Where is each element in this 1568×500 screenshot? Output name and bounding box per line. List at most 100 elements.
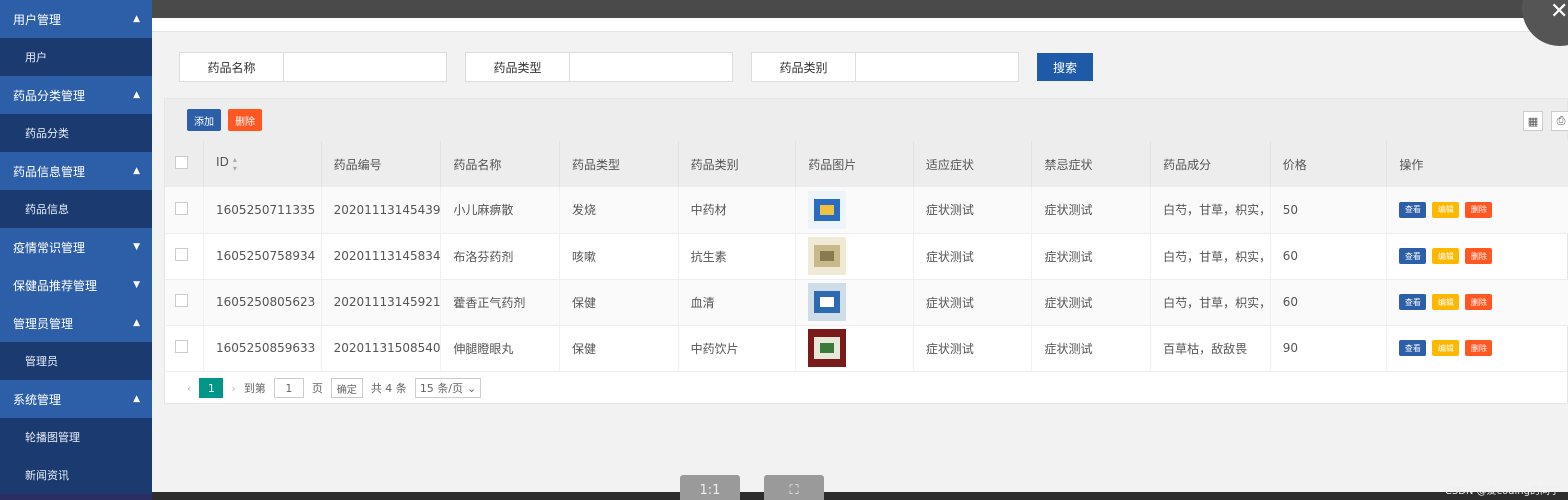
cell-price: 60	[1270, 233, 1388, 279]
image-viewer-bar: 1:1 ⛶	[680, 475, 824, 500]
sidebar-group-label: 药品信息管理	[13, 164, 86, 179]
col-id-label: ID	[216, 155, 229, 169]
cell-indication: 症状测试	[913, 233, 1033, 279]
table-panel: 添加 删除 ▦ ⎙ ID ▴ ▾ 药品编号 药品名称 药品类型 药品类别 药品图片 …	[164, 98, 1568, 404]
delete-button[interactable]: 删除	[1465, 201, 1493, 218]
drug-thumbnail[interactable]	[808, 283, 847, 321]
drug-name-input[interactable]	[284, 53, 446, 81]
batch-delete-button[interactable]: 删除	[228, 109, 262, 131]
row-checkbox[interactable]	[175, 201, 188, 215]
current-page[interactable]: 1	[199, 378, 224, 398]
sort-icon[interactable]: ▴ ▾	[233, 155, 237, 173]
sidebar-group[interactable]: 用户管理 ▲	[0, 0, 152, 38]
col-ops: 操作	[1386, 141, 1568, 187]
view-button[interactable]: 查看	[1399, 294, 1427, 310]
print-icon[interactable]: ⎙	[1551, 111, 1568, 131]
row-checkbox[interactable]	[175, 294, 188, 307]
drug-thumbnail[interactable]	[808, 329, 847, 367]
prev-page-icon[interactable]: ‹	[187, 382, 191, 395]
sidebar-group[interactable]: 药品信息管理 ▲	[0, 152, 152, 190]
cell-contra: 症状测试	[1031, 279, 1152, 325]
drug-table: ID ▴ ▾ 药品编号 药品名称 药品类型 药品类别 药品图片 适应症状 禁忌症状 …	[165, 141, 1568, 372]
view-button[interactable]: 查看	[1399, 340, 1427, 356]
sidebar-item[interactable]: 药品信息	[0, 190, 152, 228]
sidebar-item[interactable]: 用户	[0, 38, 152, 76]
col-ingredients: 药品成分	[1150, 141, 1271, 187]
sidebar-group[interactable]: 保健品推荐管理 ▼	[0, 266, 152, 304]
delete-button[interactable]: 删除	[1465, 340, 1493, 356]
drug-image-cell	[795, 279, 914, 325]
cell-type: 保健	[559, 325, 679, 371]
drug-thumbnail[interactable]	[808, 190, 847, 229]
drug-thumbnail[interactable]	[808, 237, 847, 275]
chevron-down-icon: ⌄	[467, 381, 477, 395]
view-button[interactable]: 查看	[1399, 201, 1427, 218]
col-indication: 适应症状	[913, 141, 1033, 187]
row-checkbox[interactable]	[175, 248, 188, 261]
cell-indication: 症状测试	[913, 325, 1033, 371]
cell-id: 1605250805623	[203, 279, 322, 325]
sidebar-item[interactable]: 药品分类	[0, 114, 152, 152]
cell-id: 1605250758934	[203, 233, 322, 279]
cell-ingredients: 百草枯，敌敌畏	[1150, 325, 1271, 371]
drug-type-input[interactable]	[570, 53, 732, 81]
col-name: 药品名称	[440, 141, 560, 187]
top-strip	[0, 0, 1568, 18]
columns-filter-icon[interactable]: ▦	[1523, 111, 1543, 131]
cell-ingredients: 白芍，甘草，枳实，陈	[1150, 279, 1271, 325]
caret-icon: ▼	[133, 242, 140, 252]
view-button[interactable]: 查看	[1399, 248, 1427, 264]
cell-ingredients: 白芍，甘草，枳实，陈	[1150, 233, 1271, 279]
cell-price: 90	[1270, 325, 1388, 371]
cell-category: 中药饮片	[678, 325, 797, 371]
sidebar-group-label: 用户管理	[13, 12, 62, 27]
sidebar-item[interactable]: 轮播图管理	[0, 418, 152, 456]
caret-icon: ▼	[133, 280, 140, 290]
fullscreen-icon[interactable]: ⛶	[764, 475, 824, 500]
edit-button[interactable]: 编辑	[1432, 248, 1460, 264]
ratio-button[interactable]: 1:1	[680, 475, 740, 500]
main-content: 药品名称 药品类型 药品类别 搜索 添加 删除 ▦ ⎙ ID ▴ ▾ 药品编号 …	[152, 18, 1568, 500]
search-button[interactable]: 搜索	[1037, 53, 1093, 81]
sidebar-item[interactable]: 新闻资讯	[0, 456, 152, 494]
page-unit: 页	[311, 382, 323, 395]
page-input[interactable]: 1	[273, 378, 304, 398]
drug-category-label: 药品类别	[752, 53, 856, 81]
add-button[interactable]: 添加	[187, 109, 221, 131]
delete-button[interactable]: 删除	[1465, 248, 1493, 264]
col-id[interactable]: ID ▴ ▾	[203, 141, 322, 187]
row-checkbox[interactable]	[175, 340, 188, 353]
caret-icon: ▲	[133, 90, 140, 100]
per-page-value: 15 条/页	[419, 382, 464, 395]
cell-id: 1605250711335	[203, 187, 322, 233]
sidebar-group[interactable]: 疫情常识管理 ▼	[0, 228, 152, 266]
tab-bar	[152, 18, 1568, 32]
cell-name: 藿香正气药剂	[440, 279, 560, 325]
per-page-select[interactable]: 15 条/页 ⌄	[414, 378, 482, 398]
sidebar-group[interactable]: 管理员管理 ▲	[0, 304, 152, 342]
cell-code: 20201113145921175	[321, 279, 442, 325]
col-contra: 禁忌症状	[1031, 141, 1152, 187]
sidebar-group[interactable]: 药品分类管理 ▲	[0, 76, 152, 114]
edit-button[interactable]: 编辑	[1432, 340, 1460, 356]
sidebar-group[interactable]: 系统管理 ▲	[0, 380, 152, 418]
next-page-icon[interactable]: ›	[231, 382, 235, 395]
cell-price: 60	[1270, 279, 1388, 325]
delete-button[interactable]: 删除	[1465, 294, 1493, 310]
cell-type: 发烧	[559, 187, 679, 233]
table-row: 160525075893420201113145834915布洛芬药剂咳嗽抗生素…	[165, 233, 1568, 279]
confirm-button[interactable]: 确定	[330, 378, 363, 398]
drug-image-cell	[795, 233, 914, 279]
cell-type: 咳嗽	[559, 233, 679, 279]
caret-icon: ▲	[133, 318, 140, 328]
drug-image-cell	[795, 325, 914, 371]
caret-icon: ▲	[133, 394, 140, 404]
select-all-checkbox[interactable]	[175, 156, 188, 169]
edit-button[interactable]: 编辑	[1432, 294, 1460, 310]
cell-contra: 症状测试	[1031, 187, 1152, 233]
sidebar-item[interactable]: 管理员	[0, 342, 152, 380]
edit-button[interactable]: 编辑	[1432, 201, 1460, 218]
ops-cell: 查看 编辑 删除	[1386, 233, 1568, 279]
sidebar-group-label: 药品分类管理	[13, 88, 86, 103]
drug-category-input[interactable]	[856, 53, 1018, 81]
